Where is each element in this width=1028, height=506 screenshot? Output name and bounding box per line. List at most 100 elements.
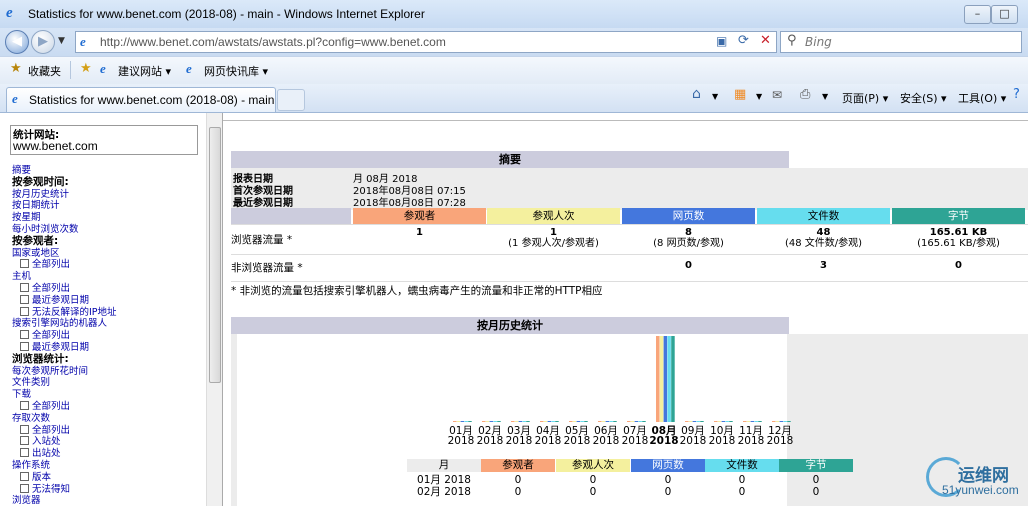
sidebar-item-label: 主机 [12,271,32,283]
chart-bar [464,421,468,422]
summary-subvalue: (1 参观人次/参观者) [508,238,599,249]
chart-bar [772,421,776,422]
summary-title: 摘要 [231,151,789,168]
chart-bar [456,421,461,422]
sidebar-item-label: 每小时浏览次数 [12,223,79,235]
sidebar-link[interactable]: 全部列出 [12,282,117,295]
sidebar-item-label: 无法得知 [32,483,71,495]
chart-bar [775,421,780,422]
sidebar-link[interactable]: 全部列出 [12,330,117,342]
print-dropdown-icon[interactable]: ▼ [822,92,828,101]
sidebar-link[interactable]: 搜索引擎网站的机器人 [12,318,117,330]
compat-view-icon[interactable]: ▣ [716,34,727,48]
sidebar-link[interactable]: 主机 [12,271,117,283]
monthly-bar-chart [453,336,791,422]
feeds-icon[interactable]: ▦ [734,87,746,102]
web-slice-gallery-link[interactable]: 网页快讯库 ▾ [204,63,268,79]
refresh-icon[interactable]: ⟳ [738,33,749,48]
monthly-table-header: 字节 [779,459,853,472]
year-label: 2018 [534,435,562,447]
stop-icon[interactable]: ✕ [760,33,771,48]
year-label: 2018 [679,435,707,447]
chart-bar [555,421,559,422]
sidebar-link[interactable]: 出站处 [12,448,117,460]
sidebar-item-label: 按日期统计 [12,200,60,212]
sidebar-link[interactable]: 浏览器 [12,495,117,506]
site-box: 统计网站: www.benet.com [10,125,198,155]
year-label: 2018 [766,435,794,447]
sidebar-link[interactable]: 按月历史统计 [12,189,117,201]
list-icon [20,448,29,458]
list-icon [20,306,29,316]
sidebar-link[interactable]: 按星期 [12,212,117,224]
summary-subvalue: (48 文件数/参观) [784,238,863,249]
tools-menu[interactable]: 工具(O) ▾ [958,90,1006,106]
feeds-dropdown-icon[interactable]: ▼ [756,92,762,101]
sidebar-item-label: 全部列出 [32,424,71,436]
summary-value: 0 [955,260,962,271]
home-dropdown-icon[interactable]: ▼ [712,92,718,101]
print-icon[interactable]: ⎙ [800,87,810,102]
chart-bar [634,421,639,422]
sidebar-link[interactable]: 全部列出 [12,259,117,271]
chart-bar [572,421,577,422]
sidebar-link[interactable]: 每次参观所花时间 [12,366,117,378]
chart-bar [721,421,726,422]
back-button[interactable]: ◀ [5,30,29,54]
chart-bar [743,421,747,422]
address-field[interactable]: e http://www.benet.com/awstats/awstats.p… [75,31,777,53]
sidebar-item-label: 入站处 [32,436,61,448]
chart-bar [511,421,515,422]
history-dropdown-icon[interactable]: ▼ [58,36,65,46]
sidebar-link[interactable]: 按日期统计 [12,200,117,212]
monthly-table-header: 月 [407,459,481,472]
sidebar-item-label: 存取次数 [12,412,51,424]
sidebar-item-label: 浏览器统计: [12,352,69,365]
help-icon[interactable]: ? [1013,87,1020,102]
year-label: 2018 [476,435,504,447]
chart-bar [493,421,497,422]
chart-bar [671,336,675,422]
window-title-bar: e Statistics for www.benet.com (2018-08)… [0,0,1028,29]
page-menu[interactable]: 页面(P) ▾ [842,90,888,106]
left-navigation-frame: 统计网站: www.benet.com 摘要 按参观时间: 按月历史统计 按日期统计按… [0,113,223,506]
sidebar-item-label: 全部列出 [32,330,71,342]
chart-bar [746,421,751,422]
sidebar-link[interactable]: 操作系统 [12,460,117,472]
home-icon[interactable]: ⌂ [692,86,701,102]
minimize-button[interactable]: – [964,5,991,24]
suggested-sites-link[interactable]: 建议网站 ▾ [118,63,171,79]
left-scrollbar-thumb[interactable] [209,127,221,383]
search-field[interactable]: ⚲ Bing [780,31,1022,53]
monthly-table-header: 文件数 [705,459,779,472]
add-favorite-icon[interactable]: ★ [80,61,92,76]
monthly-table-header: 参观人次 [556,459,630,472]
sidebar-link[interactable]: 最近参观日期 [12,294,117,307]
new-tab-button[interactable] [277,89,305,111]
summary-col-header: 参观者 [353,208,486,224]
tab-active[interactable]: e Statistics for www.benet.com (2018-08)… [6,87,276,112]
maximize-button[interactable]: □ [991,5,1018,24]
forward-button[interactable]: ▶ [31,30,55,54]
sidebar-link[interactable]: 下载 [12,389,117,401]
sidebar-link[interactable]: 全部列出 [12,400,117,413]
sidebar-item-label: 按月历史统计 [12,188,70,200]
sidebar-link[interactable]: 入站处 [12,436,117,448]
last-visit: 2018年08月08日 07:28 [353,198,466,209]
favorites-button[interactable]: 收藏夹 [28,63,61,79]
watermark-url: 51yunwei.com [942,483,1019,497]
safety-menu[interactable]: 安全(S) ▾ [900,90,947,106]
sidebar-link[interactable]: 无法得知 [12,483,117,496]
mail-icon[interactable]: ✉ [772,88,782,102]
sidebar-item-label: 无法反解译的IP地址 [32,306,117,318]
year-label: 2018 [447,435,475,447]
sidebar-link[interactable]: 全部列出 [12,424,117,437]
sidebar-link[interactable]: 国家或地区 [12,248,117,260]
sidebar-link[interactable]: 存取次数 [12,413,117,425]
chart-bar [576,421,581,422]
sidebar-link[interactable]: 无法反解译的IP地址 [12,306,117,319]
address-bar-row: ◀ ▶ ▼ e http://www.benet.com/awstats/aws… [0,28,1028,56]
sidebar-link[interactable]: 版本 [12,471,117,484]
chart-bar [584,421,588,422]
sidebar-link[interactable]: 文件类别 [12,377,117,389]
